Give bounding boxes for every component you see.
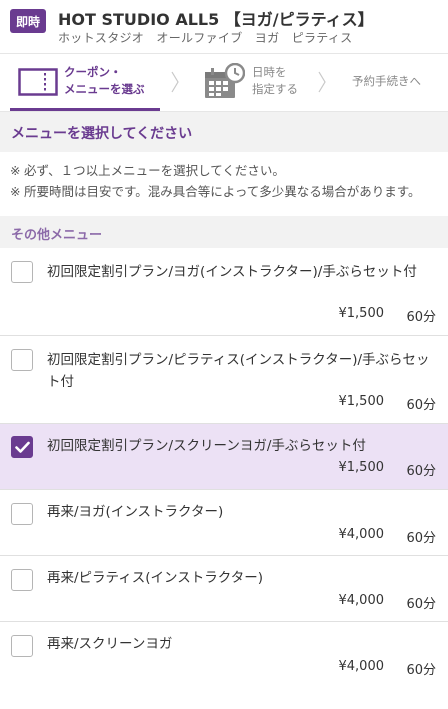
instant-badge: 即時 — [10, 9, 46, 33]
menu-item[interactable]: 再来/スクリーンヨガ ¥4,000 60分 — [0, 622, 448, 688]
menu-item-price: ¥4,000 — [338, 527, 385, 542]
menu-item[interactable]: 初回限定割引プラン/ピラティス(インストラクター)/手ぶらセット付 ¥1,500… — [0, 336, 448, 424]
menu-item[interactable]: 再来/ピラティス(インストラクター) ¥4,000 60分 — [0, 556, 448, 622]
checkmark-icon — [15, 441, 30, 453]
menu-item-name: 再来/ヨガ(インストラクター) — [47, 504, 224, 520]
menu-item-duration: 60分 — [406, 398, 436, 413]
menu-item-price: ¥1,500 — [338, 460, 385, 475]
notes: ※ 必ず、１つ以上メニューを選択してください。 ※ 所要時間は目安です。混み具合… — [0, 152, 448, 216]
booking-steps: クーポン・ メニューを選ぶ 日時を 指定する 予約手続きへ — [0, 54, 448, 112]
menu-item-name: 初回限定割引プラン/ヨガ(インストラクター)/手ぶらセット付 — [47, 264, 417, 280]
other-menu-heading: その他メニュー — [0, 216, 448, 248]
step1-label-line1: クーポン・ — [64, 65, 122, 79]
chevron-right-icon — [171, 71, 179, 93]
menu-item-name: 再来/ピラティス(インストラクター) — [47, 570, 263, 586]
calendar-clock-icon — [205, 63, 245, 98]
shop-header: 即時 HOT STUDIO ALL5 【ヨガ/ピラティス】 ホットスタジオ オー… — [0, 0, 448, 54]
section-title: メニューを選択してください — [0, 112, 448, 152]
step-select-datetime: 日時を 指定する — [252, 64, 298, 98]
menu-item[interactable]: 初回限定割引プラン/ヨガ(インストラクター)/手ぶらセット付 ¥1,500 60… — [0, 248, 448, 336]
shop-name-kana: ホットスタジオ オールファイブ ヨガ ピラティス — [58, 31, 353, 45]
menu-item-selected[interactable]: 初回限定割引プラン/スクリーンヨガ/手ぶらセット付 ¥1,500 60分 — [0, 424, 448, 490]
menu-item-duration: 60分 — [406, 663, 436, 678]
menu-item-checkbox[interactable] — [11, 569, 33, 591]
menu-item-duration: 60分 — [406, 464, 436, 479]
step2-label-line1: 日時を — [252, 65, 287, 79]
menu-item-duration: 60分 — [406, 310, 436, 325]
shop-name: HOT STUDIO ALL5 【ヨガ/ピラティス】 — [58, 10, 374, 29]
note-text: 所要時間は目安です。混み具合等によって多少異なる場合があります。 — [24, 184, 421, 199]
menu-item-checkbox[interactable] — [11, 503, 33, 525]
menu-item-price: ¥4,000 — [338, 659, 385, 674]
note-item: ※ 所要時間は目安です。混み具合等によって多少異なる場合があります。 — [10, 181, 438, 202]
note-mark: ※ — [10, 163, 21, 178]
step2-label-line2: 指定する — [252, 82, 298, 96]
menu-item-checkbox[interactable] — [11, 349, 33, 371]
menu-item-name: 初回限定割引プラン/ピラティス(インストラクター)/手ぶらセット付 — [47, 352, 430, 390]
note-item: ※ 必ず、１つ以上メニューを選択してください。 — [10, 160, 438, 181]
menu-item-name: 初回限定割引プラン/スクリーンヨガ/手ぶらセット付 — [47, 438, 366, 454]
menu-item-checkbox-checked[interactable] — [11, 436, 33, 458]
menu-item-price: ¥1,500 — [338, 394, 385, 409]
active-step-indicator — [10, 108, 160, 111]
menu-item-duration: 60分 — [406, 597, 436, 612]
menu-item-checkbox[interactable] — [11, 635, 33, 657]
note-mark: ※ — [10, 184, 21, 199]
menu-item-price: ¥1,500 — [338, 306, 385, 321]
menu-item-checkbox[interactable] — [11, 261, 33, 283]
chevron-right-icon — [318, 71, 326, 93]
note-text: 必ず、１つ以上メニューを選択してください。 — [24, 163, 285, 178]
menu-item-name: 再来/スクリーンヨガ — [47, 636, 173, 652]
menu-item-duration: 60分 — [406, 531, 436, 546]
step-select-menu: クーポン・ メニューを選ぶ — [64, 64, 145, 98]
step1-label-line2: メニューを選ぶ — [64, 82, 145, 96]
menu-item[interactable]: 再来/ヨガ(インストラクター) ¥4,000 60分 — [0, 490, 448, 556]
step-checkout: 予約手続きへ — [352, 74, 421, 88]
coupon-ticket-icon — [18, 68, 58, 96]
menu-item-price: ¥4,000 — [338, 593, 385, 608]
